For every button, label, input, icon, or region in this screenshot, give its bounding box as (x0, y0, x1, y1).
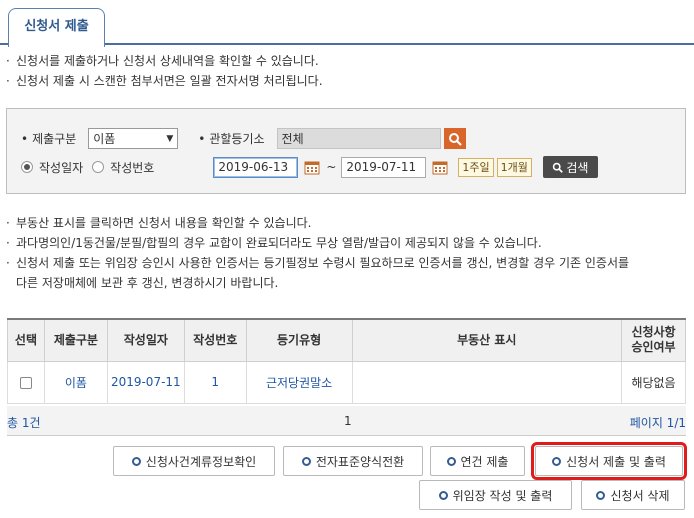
type-bullet: • (21, 131, 29, 146)
date-range-tilde: ~ (326, 160, 337, 174)
office-search-button[interactable] (443, 128, 466, 149)
search-button[interactable]: 검색 (542, 156, 598, 178)
submit-print-button[interactable]: 신청서 제출 및 출력 (531, 442, 687, 480)
type-select[interactable]: 이폼 ▼ (88, 128, 179, 149)
radio-number-label: 작성번호 (110, 160, 155, 175)
results-table: 선택 제출구분 작성일자 작성번호 등기유형 부동산 표시 신청사항 승인여부 이… (7, 318, 686, 404)
case-info-button-label: 신청사건계류정보확인 (145, 454, 257, 469)
intro-notes: · 신청서를 제출하거나 신청서 상세내역을 확인할 수 있습니다. · 신청서 제… (6, 51, 323, 91)
page-number[interactable]: 1 (344, 414, 352, 428)
chevron-down-icon: ▼ (166, 133, 174, 144)
delete-button[interactable]: 신청서 삭제 (581, 480, 685, 510)
linked-submit-button[interactable]: 연건 제출 (430, 446, 525, 476)
search-icon (448, 132, 462, 146)
info-notes: · 부동산 표시를 클릭하면 신청서 내용을 확인할 수 있습니다. · 과다명의인… (6, 213, 629, 293)
row-type[interactable]: 이폼 (43, 360, 108, 404)
col-reg-type: 등기유형 (245, 318, 353, 362)
row-select-cell (7, 360, 45, 404)
circle-bullet-icon (446, 456, 456, 466)
col-number: 작성번호 (183, 318, 247, 362)
type-select-value: 이폼 (93, 132, 116, 146)
power-of-attorney-button-label: 위임장 작성 및 출력 (452, 488, 553, 503)
radio-date[interactable] (21, 161, 33, 173)
col-type: 제출구분 (43, 318, 108, 362)
col-property: 부동산 표시 (351, 318, 623, 362)
intro-note: 신청서 제출 시 스캔한 첨부서면은 일괄 전자서명 처리됩니다. (16, 74, 323, 88)
info-note: 다른 저장매체에 보관 후 갱신, 변경하시기 바랍니다. (16, 276, 279, 290)
e-form-button[interactable]: 전자표준양식전환 (283, 446, 423, 476)
col-approval: 신청사항 승인여부 (621, 318, 686, 362)
office-bullet: • (198, 131, 206, 146)
pager: 총 1건 1 페이지 1/1 (7, 406, 686, 436)
row-checkbox[interactable] (19, 376, 32, 389)
office-value: 전체 (281, 132, 304, 146)
one-week-button[interactable]: 1주일 (458, 157, 494, 177)
col-select: 선택 (7, 318, 45, 362)
col-approval-line1: 신청사항 (631, 325, 676, 340)
office-label: 관할등기소 (209, 132, 265, 146)
circle-bullet-icon (131, 456, 141, 466)
type-label: 제출구분 (32, 132, 77, 146)
date-to-value: 2019-07-11 (346, 160, 417, 174)
search-button-label: 검색 (566, 160, 589, 175)
page-info: 페이지 1/1 (629, 416, 686, 430)
delete-button-label: 신청서 삭제 (610, 488, 670, 503)
case-info-button[interactable]: 신청사건계류정보확인 (113, 446, 275, 476)
one-month-button[interactable]: 1개월 (496, 157, 532, 177)
intro-note: 신청서를 제출하거나 신청서 상세내역을 확인할 수 있습니다. (16, 54, 319, 68)
date-from-value: 2019-06-13 (218, 160, 289, 174)
radio-number[interactable] (92, 161, 105, 173)
calendar-icon[interactable] (304, 159, 320, 175)
search-panel: • 제출구분 이폼 ▼ • 관할등기소 전체 작성일자 작성번호 2019-06… (6, 108, 686, 194)
tab-bar: 신청서 제출 (0, 0, 694, 47)
linked-submit-button-label: 연건 제출 (460, 454, 509, 469)
row-number[interactable]: 1 (183, 360, 247, 404)
power-of-attorney-button[interactable]: 위임장 작성 및 출력 (419, 480, 572, 510)
date-to-input[interactable]: 2019-07-11 (341, 156, 427, 178)
info-note: 부동산 표시를 클릭하면 신청서 내용을 확인할 수 있습니다. (16, 216, 312, 230)
col-approval-line2: 승인여부 (631, 340, 676, 355)
row-approval: 해당없음 (621, 360, 686, 404)
circle-bullet-icon (301, 456, 311, 466)
circle-bullet-icon (438, 490, 448, 500)
total-count: 총 1건 (7, 416, 41, 430)
tab-application-submit[interactable]: 신청서 제출 (8, 8, 105, 47)
circle-bullet-icon (596, 490, 606, 500)
calendar-icon[interactable] (432, 159, 448, 175)
row-property[interactable] (351, 360, 623, 404)
row-reg-type[interactable]: 근저당권말소 (245, 360, 353, 404)
info-note: 과다명의인/1동건물/분필/합필의 경우 교합이 완료되더라도 무상 열람/발급… (16, 236, 542, 250)
search-icon (553, 162, 564, 173)
circle-bullet-icon (552, 456, 562, 466)
col-date: 작성일자 (106, 318, 185, 362)
date-from-input[interactable]: 2019-06-13 (213, 156, 299, 178)
e-form-button-label: 전자표준양식전환 (315, 454, 405, 469)
table-row: 이폼 2019-07-11 1 근저당권말소 해당없음 (7, 360, 686, 404)
submit-print-button-label: 신청서 제출 및 출력 (566, 454, 666, 469)
radio-date-label: 작성일자 (39, 160, 84, 175)
office-field[interactable]: 전체 (276, 128, 441, 149)
row-date[interactable]: 2019-07-11 (106, 360, 185, 404)
table-header-row: 선택 제출구분 작성일자 작성번호 등기유형 부동산 표시 신청사항 승인여부 (7, 318, 686, 362)
info-note: 신청서 제출 또는 위임장 승인시 사용한 인증서는 등기필정보 수령시 필요하… (16, 256, 630, 270)
